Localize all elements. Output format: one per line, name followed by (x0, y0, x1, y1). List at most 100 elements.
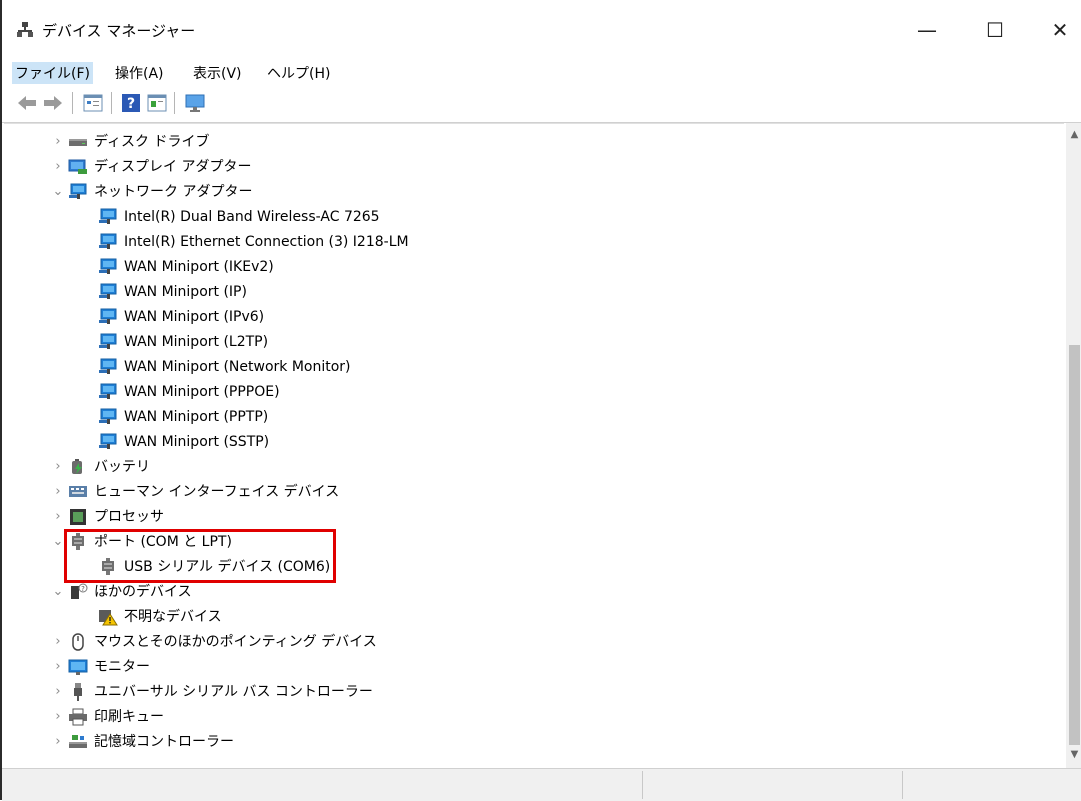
processor-icon (68, 508, 88, 526)
usb-connector-icon (68, 683, 88, 701)
expand-chevron-icon[interactable]: › (48, 480, 68, 504)
collapse-chevron-icon[interactable]: ⌄ (48, 180, 68, 204)
tree-node-storage-controllers[interactable]: › 記憶域コントローラー (48, 730, 234, 754)
tree-leaf-unknown-device[interactable]: 不明なデバイス (98, 605, 222, 629)
tree-leaf-network-device[interactable]: WAN Miniport (IPv6) (98, 305, 264, 329)
tree-node-display-adapters[interactable]: › ディスプレイ アダプター (48, 155, 251, 179)
tree-node-usb-controllers[interactable]: › ユニバーサル シリアル バス コントローラー (48, 680, 373, 704)
tree-leaf-label: WAN Miniport (IKEv2) (124, 259, 274, 275)
menu-action[interactable]: 操作(A) (112, 62, 167, 84)
device-tree[interactable]: › ディスク ドライブ › ディスプレイ アダプター ⌄ ネットワーク アダプタ… (4, 123, 1064, 769)
menu-file[interactable]: ファイル(F) (12, 62, 93, 84)
view-icon[interactable] (146, 92, 168, 114)
tree-node-label: ディスプレイ アダプター (94, 159, 252, 175)
svg-text:?: ? (81, 585, 85, 593)
tree-node-label: 記憶域コントローラー (94, 734, 234, 750)
hid-icon (68, 483, 88, 501)
scroll-up-arrow-icon[interactable]: ▲ (1066, 129, 1081, 140)
network-adapter-icon (98, 283, 118, 301)
close-icon: ✕ (1051, 18, 1069, 42)
status-bar-divider (902, 771, 903, 799)
tree-node-label: ディスク ドライブ (94, 134, 210, 150)
tree-node-label: 印刷キュー (94, 709, 164, 725)
tree-node-processor[interactable]: › プロセッサ (48, 505, 164, 529)
back-icon[interactable] (16, 92, 38, 114)
tree-leaf-network-device[interactable]: WAN Miniport (L2TP) (98, 330, 268, 354)
scroll-down-arrow-icon[interactable]: ▼ (1066, 749, 1081, 760)
expand-chevron-icon[interactable]: › (48, 630, 68, 654)
network-adapter-icon (68, 183, 88, 201)
tree-leaf-network-device[interactable]: WAN Miniport (Network Monitor) (98, 355, 351, 379)
toolbar-separator (72, 92, 73, 114)
tree-node-monitors[interactable]: › モニター (48, 655, 150, 679)
expand-chevron-icon[interactable]: › (48, 680, 68, 704)
network-adapter-icon (98, 233, 118, 251)
highlight-annotation-box (64, 529, 336, 583)
tree-leaf-label: WAN Miniport (Network Monitor) (124, 359, 351, 375)
title-bar[interactable]: デバイス マネージャー — ☐ ✕ (2, 0, 1081, 58)
expand-chevron-icon[interactable]: › (48, 655, 68, 679)
tree-node-label: バッテリ (94, 459, 150, 475)
expand-chevron-icon[interactable]: › (48, 705, 68, 729)
tree-leaf-label: WAN Miniport (IP) (124, 284, 247, 300)
tree-leaf-network-device[interactable]: Intel(R) Ethernet Connection (3) I218-LM (98, 230, 409, 254)
network-adapter-icon (98, 408, 118, 426)
expand-chevron-icon[interactable]: › (48, 130, 68, 154)
close-button[interactable]: ✕ (1037, 14, 1081, 46)
forward-icon[interactable] (42, 92, 64, 114)
device-manager-window: デバイス マネージャー — ☐ ✕ ファイル(F) 操作(A) 表示(V) ヘル… (0, 0, 1081, 801)
tree-node-mice[interactable]: › マウスとそのほかのポインティング デバイス (48, 630, 377, 654)
tree-node-label: モニター (94, 659, 150, 675)
toolbar-separator (111, 92, 112, 114)
tree-node-other-devices[interactable]: ⌄ ? ほかのデバイス (48, 580, 192, 604)
menu-bar: ファイル(F) 操作(A) 表示(V) ヘルプ(H) (2, 58, 1081, 86)
toolbar: ? (2, 86, 1081, 123)
monitor-icon[interactable] (184, 92, 206, 114)
tree-leaf-network-device[interactable]: WAN Miniport (PPTP) (98, 405, 268, 429)
tree-node-label: マウスとそのほかのポインティング デバイス (94, 634, 377, 650)
svg-text:?: ? (127, 96, 135, 112)
tree-leaf-label: 不明なデバイス (124, 609, 222, 625)
help-icon[interactable]: ? (120, 92, 142, 114)
properties-icon[interactable] (82, 92, 104, 114)
printer-icon (68, 708, 88, 726)
toolbar-separator (174, 92, 175, 114)
tree-leaf-network-device[interactable]: Intel(R) Dual Band Wireless-AC 7265 (98, 205, 380, 229)
window-title: デバイス マネージャー (42, 22, 196, 40)
tree-leaf-network-device[interactable]: WAN Miniport (IKEv2) (98, 255, 274, 279)
network-adapter-icon (98, 383, 118, 401)
tree-node-print-queues[interactable]: › 印刷キュー (48, 705, 164, 729)
tree-leaf-label: WAN Miniport (IPv6) (124, 309, 265, 325)
tree-leaf-network-device[interactable]: WAN Miniport (SSTP) (98, 430, 269, 454)
expand-chevron-icon[interactable]: › (48, 730, 68, 754)
menu-view[interactable]: 表示(V) (190, 62, 245, 84)
network-adapter-icon (98, 333, 118, 351)
tree-leaf-label: WAN Miniport (SSTP) (124, 434, 270, 450)
expand-chevron-icon[interactable]: › (48, 505, 68, 529)
vertical-scrollbar[interactable]: ▲ ▼ (1066, 123, 1081, 768)
menu-help[interactable]: ヘルプ(H) (264, 62, 333, 84)
mouse-icon (68, 633, 88, 651)
display-adapter-icon (68, 158, 88, 176)
tree-node-hid[interactable]: › ヒューマン インターフェイス デバイス (48, 480, 339, 504)
network-adapter-icon (98, 308, 118, 326)
tree-node-label: ユニバーサル シリアル バス コントローラー (94, 684, 373, 700)
tree-node-network-adapters[interactable]: ⌄ ネットワーク アダプター (48, 180, 252, 204)
tree-node-label: ほかのデバイス (94, 584, 192, 600)
tree-node-disk-drives[interactable]: › ディスク ドライブ (48, 130, 209, 154)
tree-leaf-network-device[interactable]: WAN Miniport (PPPOE) (98, 380, 280, 404)
tree-leaf-network-device[interactable]: WAN Miniport (IP) (98, 280, 247, 304)
minimize-button[interactable]: — (904, 14, 950, 46)
tree-node-battery[interactable]: › バッテリ (48, 455, 150, 479)
network-adapter-icon (98, 358, 118, 376)
expand-chevron-icon[interactable]: › (48, 155, 68, 179)
expand-chevron-icon[interactable]: › (48, 455, 68, 479)
scrollbar-thumb[interactable] (1069, 345, 1080, 745)
tree-node-label: ネットワーク アダプター (94, 184, 253, 200)
maximize-icon: ☐ (986, 18, 1004, 42)
maximize-button[interactable]: ☐ (972, 14, 1018, 46)
monitor-icon (68, 658, 88, 676)
tree-leaf-label: WAN Miniport (L2TP) (124, 334, 269, 350)
tree-node-label: ヒューマン インターフェイス デバイス (94, 484, 340, 500)
collapse-chevron-icon[interactable]: ⌄ (48, 580, 68, 604)
